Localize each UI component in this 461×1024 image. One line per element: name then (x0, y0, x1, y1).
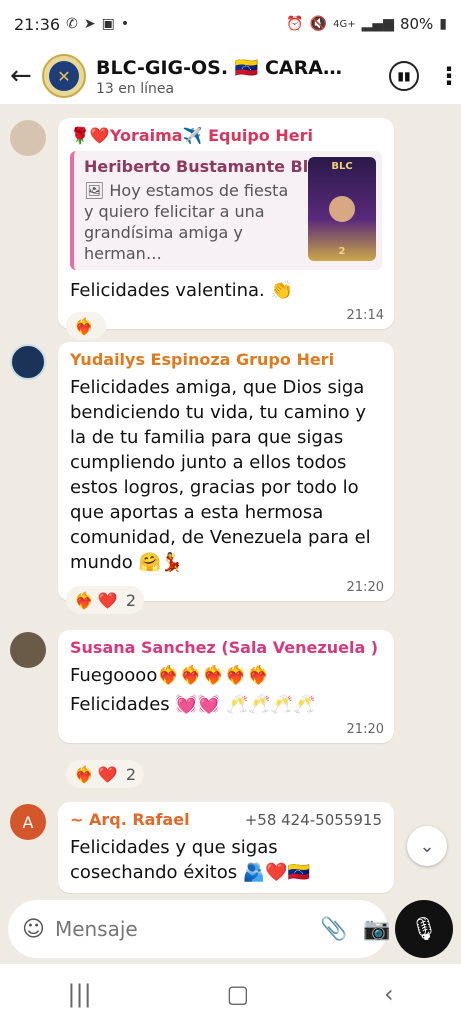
thumb-face (329, 196, 355, 222)
sender-phone: +58 424-5055915 (244, 810, 382, 829)
avatar[interactable]: A (10, 804, 46, 840)
message-text: Felicidades valentina. 👏 (70, 280, 293, 301)
alarm-icon: ⏰ (286, 16, 304, 32)
quoted-message[interactable]: Heriberto Bustamante Blc 🖼 Hoy estamos d… (70, 151, 382, 270)
reaction-emoji: ❤️‍🔥 (74, 764, 94, 784)
reaction-emoji: ❤️ (97, 590, 118, 610)
signal-icon: ▂▄▆ (361, 16, 394, 32)
message-bubble[interactable]: Yudailys Espinoza Grupo Heri Felicidades… (58, 342, 394, 601)
quote-thumbnail: BLC 2 (308, 157, 376, 261)
gallery-icon: ▣ (101, 16, 115, 32)
back-arrow-icon[interactable]: ← (10, 61, 40, 91)
system-nav-bar: ||| ▢ ‹ (0, 964, 461, 1024)
input-bar: ☺ 📎 📷 🎙 (0, 894, 461, 964)
thumb-label: BLC (331, 161, 353, 172)
scroll-down-icon[interactable]: ⌄ (407, 826, 447, 866)
home-icon[interactable]: ▢ (226, 980, 249, 1008)
mute-icon: 🔇 (309, 16, 328, 32)
message-time: 21:20 (346, 722, 384, 737)
reaction-emoji: ❤️‍🔥 (74, 316, 94, 336)
status-bar: 21:36 ✆ ➤ ▣ • ⏰ 🔇 4G+ ▂▄▆ 80% ▮ (0, 0, 461, 48)
battery-label: 80% (399, 15, 434, 33)
reaction-emoji: ❤️ (97, 764, 118, 784)
avatar[interactable] (10, 632, 46, 668)
network-label: 4G+ (333, 18, 356, 30)
sender-name[interactable]: 🌹❤️Yoraima✈️ Equipo Heri (70, 126, 382, 145)
whatsapp-icon: ✆ (66, 16, 78, 32)
message-input-box[interactable]: ☺ 📎 📷 (8, 900, 391, 958)
mic-button[interactable]: 🎙 (395, 900, 453, 958)
status-time: 21:36 (14, 14, 61, 34)
message-time: 21:14 (346, 308, 384, 323)
message-input[interactable] (54, 917, 304, 941)
message-bubble[interactable]: 🌹❤️Yoraima✈️ Equipo Heri Heriberto Busta… (58, 118, 394, 329)
reaction-bar[interactable]: ❤️‍🔥 ❤️ 2 (66, 586, 145, 614)
chat-header: ← ✕ BLC-GIG-OS. 🇻🇪 CARACAS 🇻🇪 13 en líne… (0, 48, 461, 104)
quote-text: 🖼 Hoy estamos de fiesta y quiero felicit… (84, 181, 289, 263)
more-menu-icon[interactable]: ⋮ (437, 62, 461, 90)
mic-icon: 🎙 (410, 916, 438, 942)
reaction-emoji: ❤️‍🔥 (74, 590, 94, 610)
message-text-line2: Felicidades 💓💓 🥂🥂🥂🥂 (70, 694, 316, 715)
message-time: 21:20 (346, 580, 384, 595)
reaction-count: 2 (125, 590, 137, 610)
dot-icon: • (120, 16, 130, 32)
camera-icon[interactable]: 📷 (363, 917, 390, 942)
message-text: Felicidades amiga, que Dios siga bendici… (70, 377, 371, 573)
avatar[interactable] (10, 344, 46, 380)
reaction-bar[interactable]: ❤️‍🔥 (66, 312, 106, 340)
group-logo-icon: ✕ (49, 61, 79, 91)
battery-icon: ▮ (439, 16, 447, 32)
message-bubble[interactable]: Susana Sanchez (Sala Venezuela ) Fuegooo… (58, 630, 394, 743)
message-text: Felicidades y que sigas cosechando éxito… (70, 837, 311, 883)
chat-area[interactable]: 🌹❤️Yoraima✈️ Equipo Heri Heriberto Busta… (0, 104, 461, 894)
group-avatar[interactable]: ✕ (42, 54, 86, 98)
avatar[interactable] (10, 120, 46, 156)
attach-icon[interactable]: 📎 (320, 917, 347, 942)
sticker-icon[interactable]: ☺ (22, 917, 45, 942)
group-title: BLC-GIG-OS. 🇻🇪 CARACAS 🇻🇪 (96, 56, 354, 79)
online-count: 13 en línea (96, 80, 175, 97)
header-text[interactable]: BLC-GIG-OS. 🇻🇪 CARACAS 🇻🇪 13 en línea (96, 56, 381, 97)
voice-chat-icon[interactable]: ▮▮ (389, 61, 419, 91)
reaction-count: 2 (125, 764, 137, 784)
quote-sender: Heriberto Bustamante Blc (84, 157, 318, 176)
sender-name[interactable]: Yudailys Espinoza Grupo Heri (70, 350, 382, 369)
thumb-number: 2 (338, 246, 346, 257)
reaction-bar[interactable]: ❤️‍🔥 ❤️ 2 (66, 760, 145, 788)
message-bubble[interactable]: ~ Arq. Rafael +58 424-5055915 Felicidade… (58, 802, 394, 893)
back-nav-icon[interactable]: ‹ (384, 980, 394, 1008)
message-text-line1: Fuegoooo❤️‍🔥❤️‍🔥❤️‍🔥❤️‍🔥❤️‍🔥 (70, 665, 270, 686)
recents-icon[interactable]: ||| (67, 980, 91, 1008)
sender-row: ~ Arq. Rafael +58 424-5055915 (70, 810, 382, 829)
telegram-icon: ➤ (83, 16, 96, 32)
sender-name[interactable]: ~ Arq. Rafael (70, 810, 190, 829)
sender-name[interactable]: Susana Sanchez (Sala Venezuela ) (70, 638, 382, 657)
